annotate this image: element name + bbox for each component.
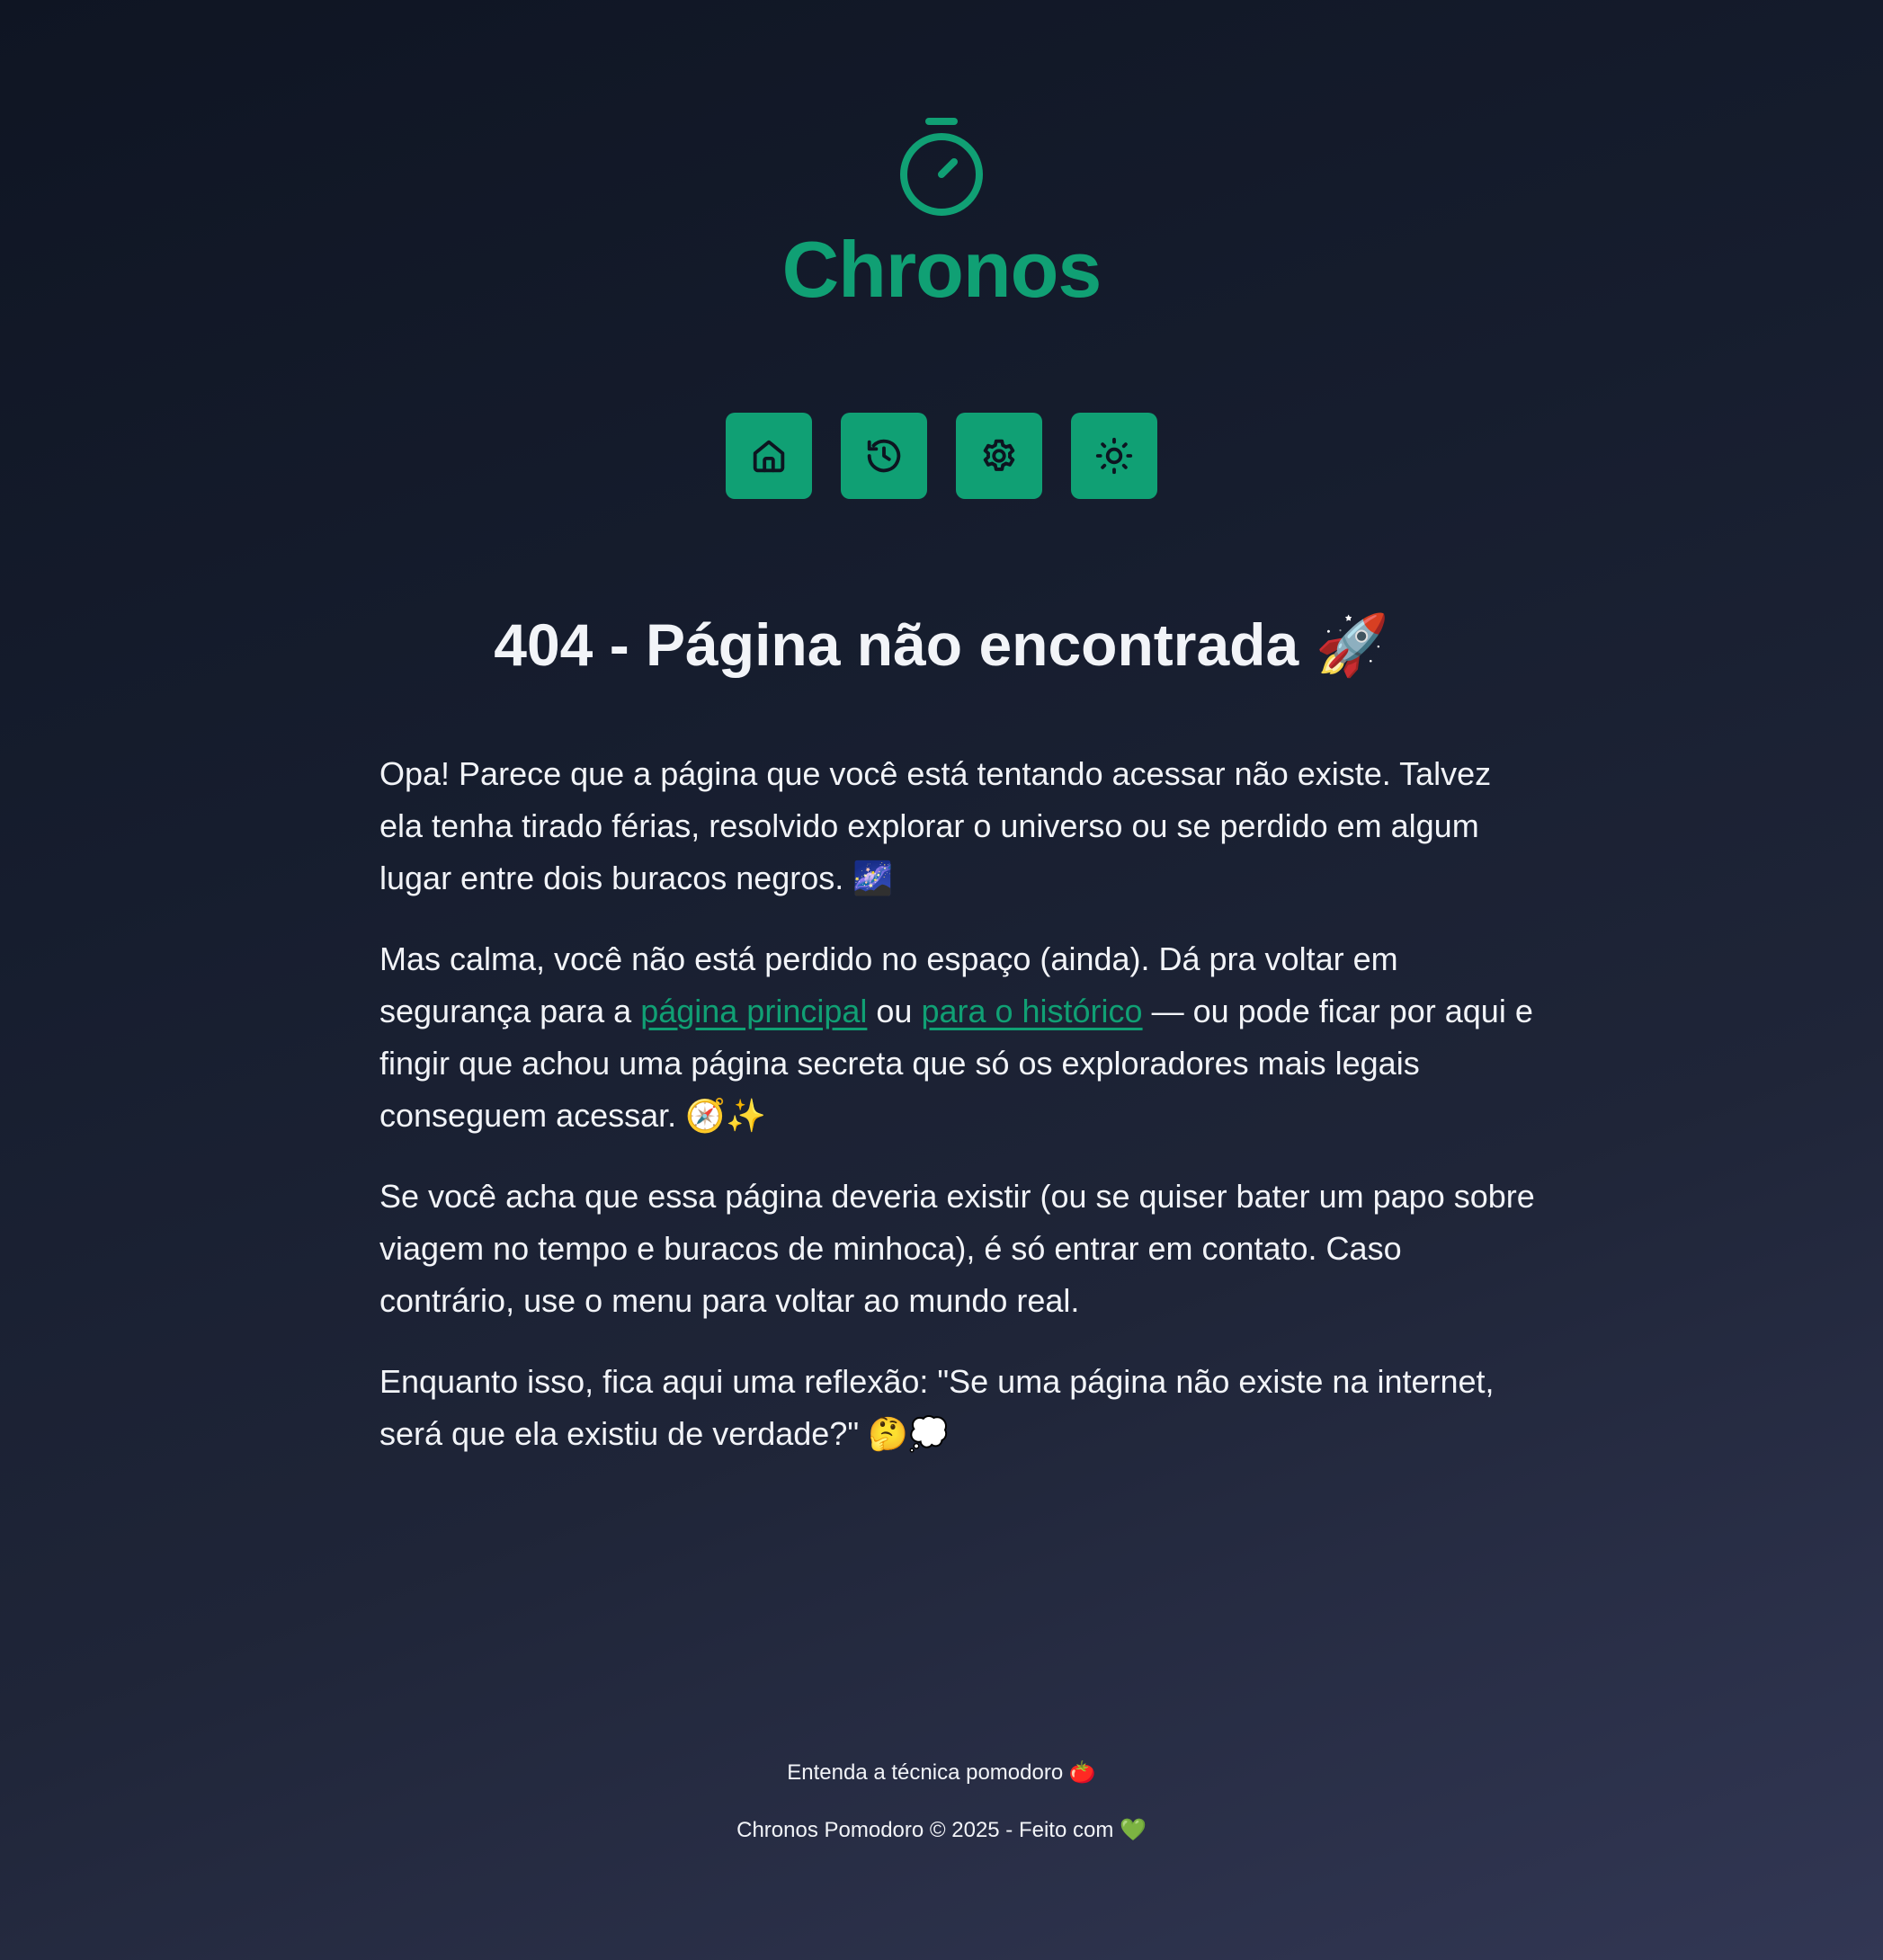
history-button[interactable] (841, 413, 927, 499)
paragraph-reflection: Enquanto isso, fica aqui uma reflexão: "… (379, 1363, 1495, 1452)
settings-gear-icon (983, 439, 1015, 471)
history-icon (867, 439, 901, 473)
paragraph-intro: Opa! Parece que a página que você está t… (379, 755, 1492, 896)
theme-toggle-button[interactable] (1071, 413, 1157, 499)
content-body: Opa! Parece que a página que você está t… (379, 748, 1539, 1489)
copyright-text: Chronos Pomodoro © 2025 - Feito com 💚 (736, 1818, 1147, 1842)
page-title: 404 - Página não encontrada 🚀 (494, 611, 1389, 678)
home-page-link[interactable]: página principal (640, 993, 867, 1029)
sun-theme-icon (1095, 437, 1133, 475)
paragraph-navigation-text-middle: ou (867, 993, 922, 1029)
brand-name: Chronos (781, 225, 1102, 314)
main-menu (0, 413, 1883, 499)
settings-button[interactable] (956, 413, 1042, 499)
history-page-link[interactable]: para o histórico (921, 993, 1142, 1029)
home-button[interactable] (726, 413, 812, 499)
home-icon (753, 440, 785, 473)
paragraph-contact: Se você acha que essa página deveria exi… (379, 1178, 1535, 1319)
stopwatch-icon (900, 118, 983, 216)
paragraph-navigation: Mas calma, você não está perdido no espa… (379, 933, 1539, 1142)
pomodoro-technique-link[interactable]: Entenda a técnica pomodoro 🍅 (0, 1760, 1883, 1786)
logo: Chronos (0, 115, 1883, 309)
